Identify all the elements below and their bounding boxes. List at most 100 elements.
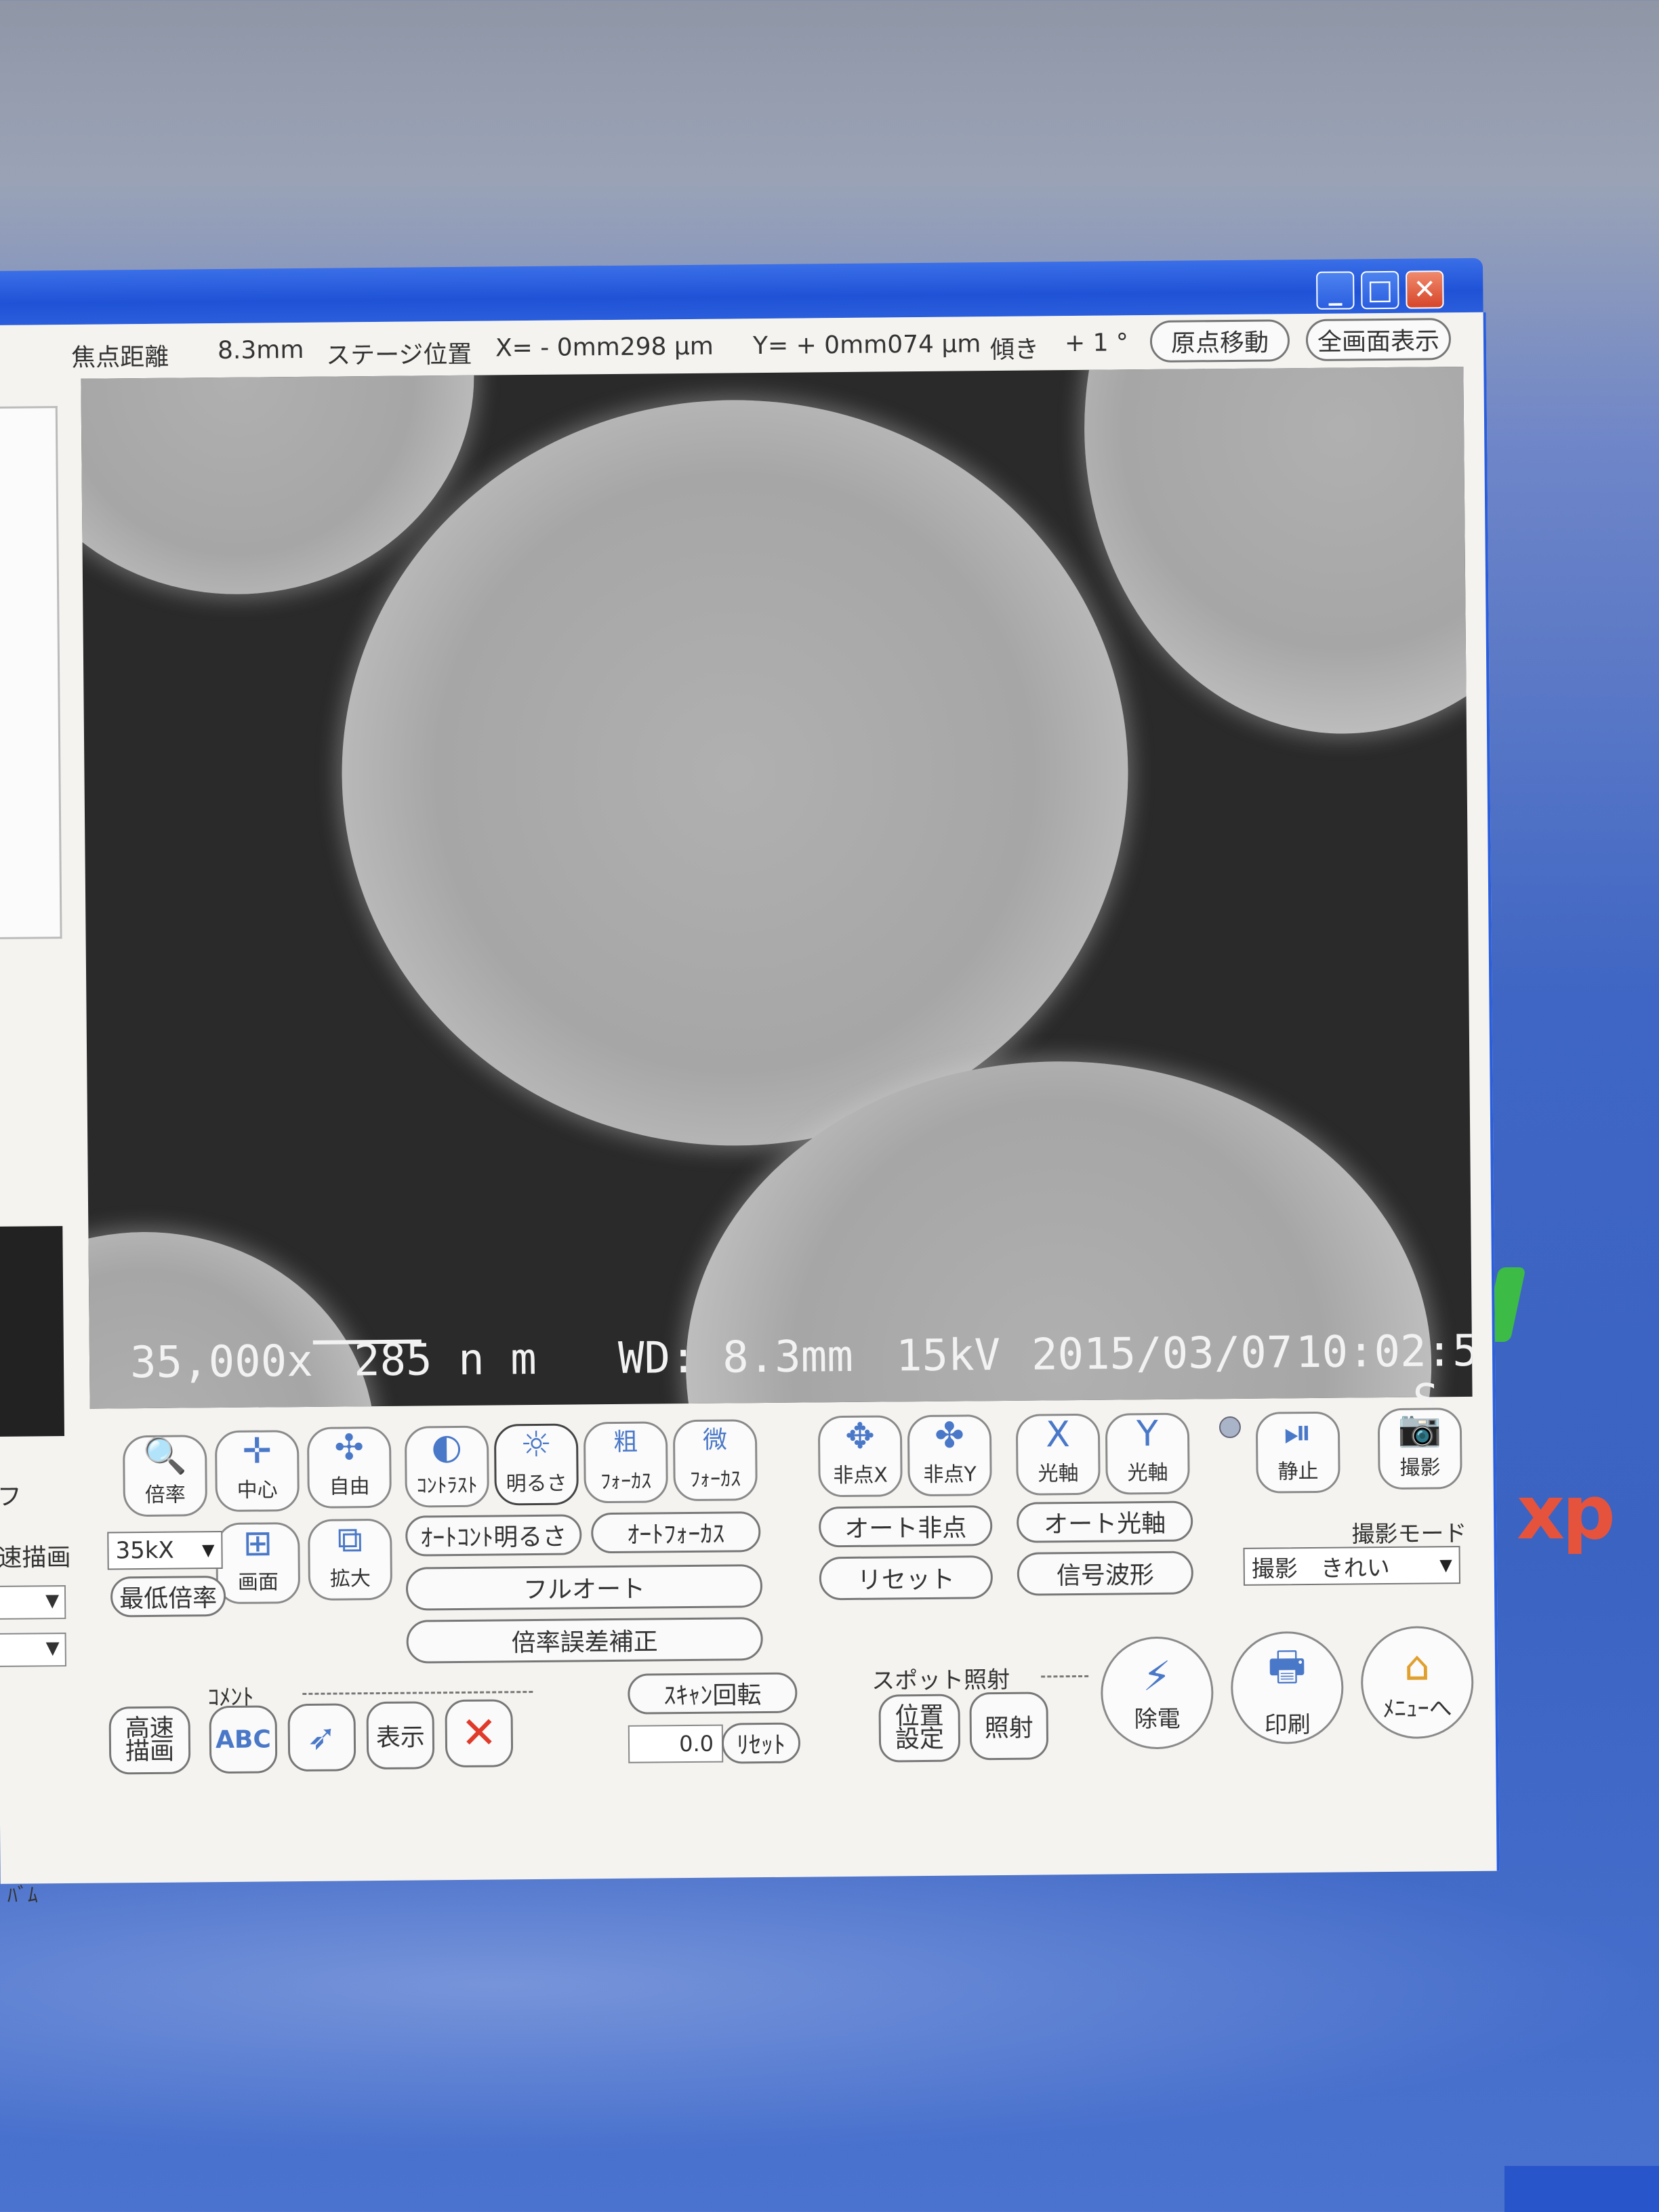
brightness-button[interactable]: ☼ 明るさ <box>493 1423 579 1506</box>
printer-icon: 🖶 <box>1267 1642 1307 1691</box>
free-move-button[interactable]: ✣ 自由 <box>306 1426 392 1509</box>
rotation-reset-button[interactable]: ﾘｾｯﾄ <box>721 1722 801 1764</box>
mag-error-correction-button[interactable]: 倍率誤差補正 <box>406 1617 763 1664</box>
spot-divider <box>1041 1675 1089 1678</box>
crosshair-icon: ✛ <box>242 1431 272 1472</box>
chevron-down-icon: ▼ <box>1439 1555 1452 1575</box>
chevron-down-icon: ▼ <box>201 1540 215 1560</box>
left-panel-fast-draw: 速描画 <box>0 1543 71 1572</box>
auto-astig-button[interactable]: オート非点 <box>818 1505 993 1548</box>
kv-readout: 15kV <box>895 1330 1001 1382</box>
capture-mode-select[interactable]: 撮影 きれい ▼ <box>1243 1546 1460 1586</box>
irradiate-button[interactable]: 照射 <box>969 1692 1049 1761</box>
control-panel: 🔍 倍率 ✛ 中心 ✣ 自由 ⊞ 画面 ⧉ 拡大 35kX ▼ 最低倍率 ◐ ｺ… <box>90 1408 1483 1856</box>
axis-y-icon: Y <box>1136 1413 1159 1455</box>
taskbar-tray <box>1504 2166 1659 2212</box>
print-button[interactable]: 🖶 印刷 <box>1230 1631 1345 1745</box>
position-set-button[interactable]: 位置設定 <box>878 1694 961 1763</box>
status-text: ﾊﾞﾑ <box>7 1883 39 1908</box>
fullscreen-button[interactable]: 全画面表示 <box>1305 318 1452 362</box>
axis-y-button[interactable]: Y 光軸 <box>1105 1412 1190 1495</box>
focal-distance-label: 焦点距離 <box>70 343 169 372</box>
wd-readout: WD: 8.3mm <box>617 1331 854 1384</box>
auto-focus-button[interactable]: ｵｰﾄﾌｫｰｶｽ <box>591 1511 761 1554</box>
astig-reset-button[interactable]: リセット <box>819 1555 994 1601</box>
spot-irradiation-label: スポット照射 <box>872 1666 1010 1695</box>
zoom-button[interactable]: ⧉ 拡大 <box>308 1518 393 1601</box>
close-icon: ✕ <box>460 1708 497 1759</box>
scan-rotation-button[interactable]: ｽｷｬﾝ回転 <box>628 1672 798 1715</box>
left-panel-letter: フ <box>0 1483 22 1511</box>
signal-waveform-button[interactable]: 信号波形 <box>1017 1551 1194 1596</box>
contrast-icon: ◐ <box>431 1426 463 1468</box>
date-readout: 2015/03/07 <box>1031 1328 1293 1380</box>
play-pause-icon: ⏯ <box>1283 1412 1313 1454</box>
show-comment-button[interactable]: 表示 <box>366 1701 435 1770</box>
discharge-button[interactable]: ⚡ 除電 <box>1100 1636 1214 1750</box>
magnification-readout: 35,000x <box>129 1336 314 1389</box>
left-panel: フ 速描画 <box>0 379 82 1870</box>
axis-x-button[interactable]: X 光軸 <box>1015 1413 1101 1496</box>
left-panel-box <box>0 406 62 939</box>
auto-contrast-brightness-button[interactable]: ｵｰﾄｺﾝﾄ明るさ <box>405 1514 582 1557</box>
screen-button[interactable]: ⊞ 画面 <box>216 1522 301 1605</box>
axis-x-icon: X <box>1045 1414 1071 1456</box>
particle <box>1082 366 1473 736</box>
scale-readout: 285 n m <box>353 1334 537 1387</box>
fine-focus-button[interactable]: 微 ﾌｫｰｶｽ <box>672 1419 758 1502</box>
maximize-button[interactable]: □ <box>1361 270 1399 310</box>
full-auto-button[interactable]: フルオート <box>405 1564 763 1611</box>
time-readout: 10:02:56 <box>1295 1326 1473 1378</box>
left-panel-dropdown-2[interactable] <box>0 1633 66 1667</box>
astig-x-icon: ✥ <box>844 1416 876 1458</box>
menu-button[interactable]: ⌂ ﾒﾆｭｰへ <box>1360 1625 1474 1740</box>
rotation-value-field[interactable]: 0.0 <box>628 1724 724 1763</box>
sun-icon: ☼ <box>520 1424 552 1466</box>
origin-move-button[interactable]: 原点移動 <box>1149 319 1290 363</box>
move-arrows-icon: ✣ <box>334 1427 365 1469</box>
left-panel-dropdown-1[interactable] <box>0 1585 66 1620</box>
capture-button[interactable]: 📷 撮影 <box>1377 1408 1462 1490</box>
focal-distance-value: 8.3mm <box>217 335 304 365</box>
capture-mode-label: 撮影モード <box>1351 1520 1467 1549</box>
astig-y-button[interactable]: ✤ 非点Y <box>907 1414 992 1497</box>
sem-caption: 35,000x 285 n m WD: 8.3mm 15kV 2015/03/0… <box>129 1322 1473 1389</box>
center-button[interactable]: ✛ 中心 <box>214 1430 300 1513</box>
zoom-box-icon: ⧉ <box>337 1519 363 1561</box>
delete-comment-button[interactable]: ✕ <box>445 1699 514 1768</box>
coarse-focus-icon: 粗 <box>613 1428 638 1456</box>
tilt-value: + 1 ° <box>1064 329 1129 358</box>
stage-x-value: X= - 0mm298 μm <box>495 332 714 363</box>
status-led <box>1218 1416 1242 1439</box>
abc-text-button[interactable]: ABC <box>209 1705 278 1774</box>
auto-axis-button[interactable]: オート光軸 <box>1016 1500 1193 1543</box>
discharge-icon: ⚡ <box>1142 1652 1172 1700</box>
tilt-label: 傾き <box>989 335 1040 365</box>
xp-logo: xp <box>1517 1469 1616 1556</box>
home-icon: ⌂ <box>1404 1641 1431 1690</box>
stage-position-label: ステージ位置 <box>325 340 472 370</box>
screen-grid-icon: ⊞ <box>243 1523 273 1564</box>
left-panel-preview <box>0 1226 65 1437</box>
camera-icon: 📷 <box>1397 1408 1442 1450</box>
magnification-button[interactable]: 🔍 倍率 <box>123 1435 208 1517</box>
magnification-select[interactable]: 35kX ▼ <box>107 1531 223 1570</box>
fast-scan-button[interactable]: 高速描画 <box>108 1706 191 1775</box>
comment-divider <box>302 1691 533 1696</box>
magnifier-icon: 🔍 <box>142 1435 187 1477</box>
astig-x-button[interactable]: ✥ 非点X <box>817 1415 903 1498</box>
freeze-button[interactable]: ⏯ 静止 <box>1255 1411 1340 1494</box>
sem-image-view[interactable]: 35,000x 285 n m WD: 8.3mm 15kV 2015/03/0… <box>81 366 1473 1409</box>
coarse-focus-button[interactable]: 粗 ﾌｫｰｶｽ <box>583 1421 668 1504</box>
sem-application-window: _ □ ✕ 焦点距離 8.3mm ステージ位置 X= - 0mm298 μm Y… <box>0 258 1524 1908</box>
minimize-button[interactable]: _ <box>1316 271 1355 310</box>
arrow-pointer-button[interactable]: ➶ <box>287 1703 356 1772</box>
close-button[interactable]: ✕ <box>1406 270 1444 309</box>
astig-y-icon: ✤ <box>934 1415 965 1456</box>
min-magnification-button[interactable]: 最低倍率 <box>110 1575 226 1618</box>
arrow-pointer-icon: ➶ <box>306 1717 337 1758</box>
desktop-background <box>0 1870 1659 2155</box>
fine-focus-icon: 微 <box>702 1426 728 1454</box>
contrast-button[interactable]: ◐ ｺﾝﾄﾗｽﾄ <box>404 1425 489 1508</box>
particle <box>338 396 1132 1149</box>
